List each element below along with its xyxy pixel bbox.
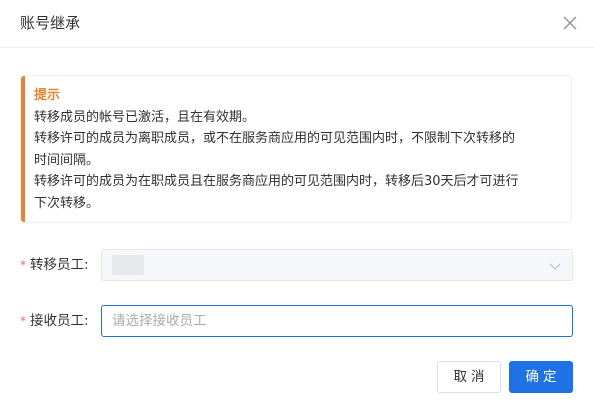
confirm-button[interactable]: 确定 [509,361,573,393]
receive-employee-input[interactable] [101,305,573,337]
receive-employee-label: * 接收员工: [20,305,89,337]
transfer-employee-label-text: 转移员工: [30,257,89,273]
transfer-employee-row: * 转移员工: [20,249,574,281]
transfer-employee-select[interactable] [101,249,573,281]
dialog-header: 账号继承 [0,0,594,48]
close-button[interactable] [560,13,580,33]
notice-line: 转移许可的成员为在职成员且在服务商应用的可见范围内时，转移后30天后才可进行 [34,174,519,189]
notice-line: 下次转移。 [34,195,100,211]
notice-box: 提示 转移成员的帐号已激活，且在有效期。 转移许可的成员为离职成员，或不在服务商… [20,75,572,223]
notice-line: 时间间隔。 [34,152,100,168]
notice-accent-bar [21,76,25,222]
account-inherit-dialog: 账号继承 提示 转移成员的帐号已激活，且在有效期。 转移许可的成员为离职成员，或… [0,0,594,413]
notice-body: 提示 转移成员的帐号已激活，且在有效期。 转移许可的成员为离职成员，或不在服务商… [34,85,564,214]
notice-line: 转移许可的成员为离职成员，或不在服务商应用的可见范围内时，不限制下次转移的 [34,131,516,146]
dialog-title: 账号继承 [20,14,81,32]
transfer-employee-label: * 转移员工: [20,249,89,281]
notice-title: 提示 [34,88,61,103]
required-mark: * [20,258,26,272]
close-icon [563,16,577,30]
transfer-employee-value-chip [112,255,144,275]
cancel-button[interactable]: 取消 [437,361,501,393]
receive-employee-row: * 接收员工: [20,305,574,337]
receive-employee-label-text: 接收员工: [30,313,89,329]
chevron-down-icon [549,263,561,270]
notice-line: 转移成员的帐号已激活，且在有效期。 [34,109,256,125]
required-mark: * [20,314,26,328]
